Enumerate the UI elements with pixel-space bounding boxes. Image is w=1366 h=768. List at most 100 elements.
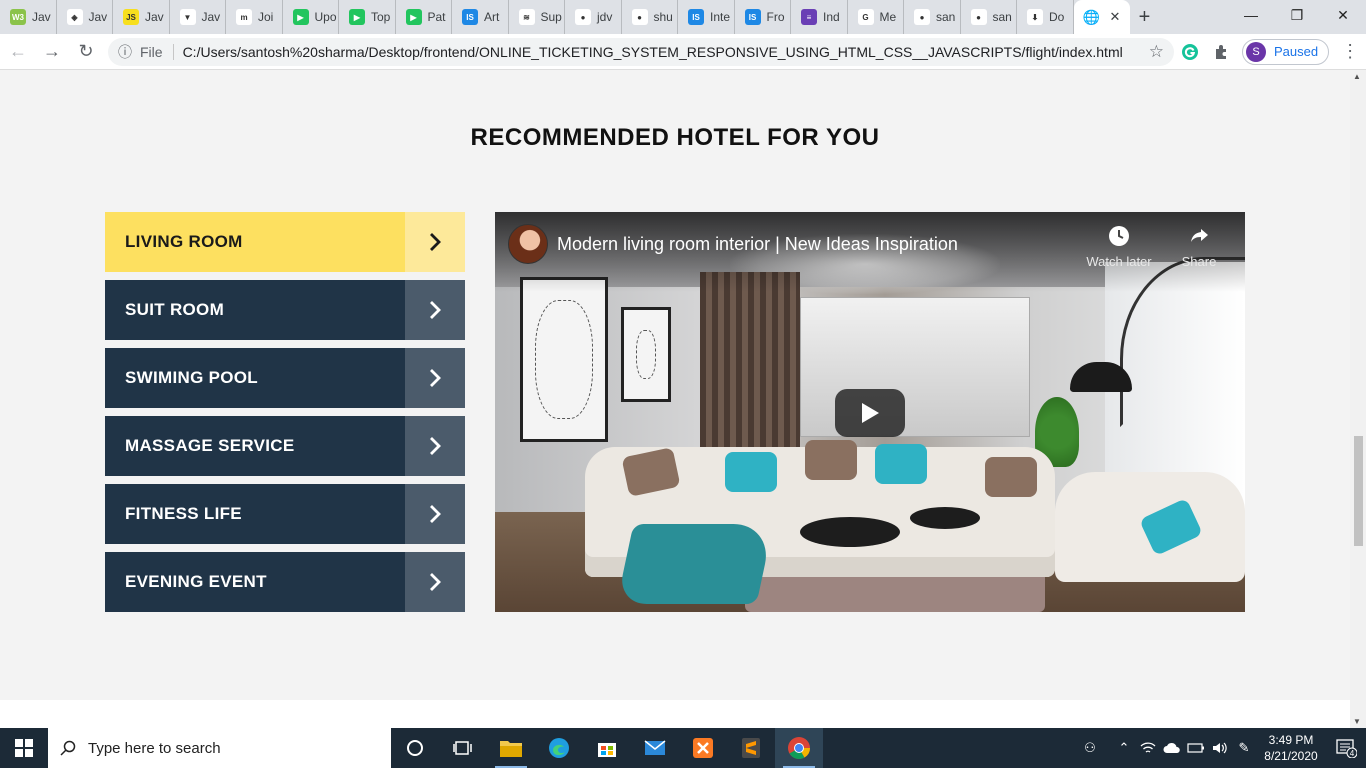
back-button[interactable]: ← — [2, 36, 34, 68]
tab-favicon-icon: JS — [123, 9, 139, 25]
forward-button[interactable]: → — [36, 36, 68, 68]
browser-tab[interactable]: ◈ Jav — [57, 0, 113, 34]
battery-icon[interactable] — [1184, 742, 1208, 754]
tab-list: W3 Jav ◈ Jav JS Jav ▼ Jav m Joi ▶ Upo ▶ Top ▶ Pat IS Art ≋… — [0, 0, 1074, 34]
page-footer-area — [0, 700, 1350, 728]
tab-favicon-icon: ● — [631, 9, 648, 25]
browser-tab[interactable]: ● jdv — [565, 0, 622, 34]
tab-label: Jav — [201, 10, 221, 24]
tab-label: san — [992, 10, 1012, 24]
browser-tab[interactable]: ≋ Sup — [509, 0, 565, 34]
address-bar[interactable]: ⓘ File C:/Users/santosh%20sharma/Desktop… — [108, 37, 1174, 66]
close-tab-icon[interactable]: ✕ — [1110, 9, 1121, 25]
scrollbar-thumb[interactable] — [1354, 436, 1363, 546]
video-frame-art — [520, 277, 608, 442]
restore-button[interactable]: ❐ — [1274, 0, 1320, 30]
browser-tab[interactable]: ≡ Ind — [791, 0, 848, 34]
wifi-icon[interactable] — [1136, 741, 1160, 755]
play-button[interactable] — [835, 389, 905, 437]
close-window-button[interactable]: ✕ — [1320, 0, 1366, 30]
pen-icon[interactable]: ✎ — [1232, 740, 1256, 756]
minimize-button[interactable]: — — [1228, 0, 1274, 30]
mail-icon[interactable] — [631, 728, 679, 768]
new-tab-button[interactable]: + — [1130, 0, 1160, 34]
tab-label: Me — [879, 10, 897, 24]
youtube-video-embed[interactable]: Modern living room interior | New Ideas … — [495, 212, 1245, 612]
bookmark-star-icon[interactable]: ☆ — [1149, 42, 1164, 62]
tab-active[interactable]: 🌐 ✕ — [1073, 0, 1130, 34]
browser-menu-icon[interactable]: ⋮ — [1341, 41, 1359, 62]
volume-icon[interactable] — [1208, 741, 1232, 755]
onedrive-cloud-icon[interactable] — [1160, 742, 1184, 754]
site-info-icon[interactable]: ⓘ — [118, 42, 132, 62]
people-icon[interactable]: ⚇ — [1078, 740, 1102, 756]
url-text[interactable]: C:/Users/santosh%20sharma/Desktop/fronte… — [183, 44, 1123, 60]
microsoft-store-icon[interactable] — [583, 728, 631, 768]
browser-tab[interactable]: JS Jav — [113, 0, 170, 34]
cortana-icon[interactable] — [391, 728, 439, 768]
chevron-right-icon[interactable] — [405, 416, 465, 476]
tab-label: Joi — [258, 10, 274, 24]
browser-tab[interactable]: ▼ Jav — [170, 0, 226, 34]
start-button[interactable] — [0, 728, 48, 768]
browser-tab[interactable]: ▶ Top — [339, 0, 396, 34]
profile-button[interactable]: S Paused — [1242, 38, 1330, 65]
browser-tab[interactable]: IS Fro — [735, 0, 791, 34]
scroll-down-icon[interactable]: ▼ — [1353, 717, 1361, 726]
svg-text:4: 4 — [1350, 749, 1355, 758]
tab-label: Inte — [710, 10, 731, 24]
menu-item-living-room[interactable]: LIVING ROOM — [105, 212, 465, 272]
browser-tab[interactable]: ▶ Pat — [396, 0, 452, 34]
chevron-right-icon[interactable] — [405, 212, 465, 272]
channel-avatar[interactable] — [508, 224, 548, 264]
tab-label: Top — [371, 10, 391, 24]
chevron-right-icon[interactable] — [405, 552, 465, 612]
file-explorer-icon[interactable] — [487, 728, 535, 768]
show-hidden-icons-chevron-icon[interactable]: ⌃ — [1112, 740, 1136, 756]
tab-label: Pat — [427, 10, 446, 24]
profile-status: Paused — [1274, 44, 1319, 59]
browser-tab[interactable]: ⬇ Do — [1017, 0, 1074, 34]
chrome-icon[interactable] — [775, 728, 823, 768]
browser-tab[interactable]: IS Inte — [678, 0, 735, 34]
task-view-icon[interactable] — [439, 728, 487, 768]
menu-item-evening-event[interactable]: EVENING EVENT — [105, 552, 465, 612]
browser-tab[interactable]: ● san — [961, 0, 1017, 34]
action-center-button[interactable]: 4 — [1326, 738, 1366, 758]
clock-time: 3:49 PM — [1268, 733, 1314, 747]
browser-tab[interactable]: W3 Jav — [0, 0, 57, 34]
watch-later-button[interactable]: Watch later — [1079, 224, 1159, 269]
browser-tab[interactable]: IS Art — [452, 0, 509, 34]
reload-button[interactable]: ↻ — [70, 36, 102, 68]
chevron-right-icon[interactable] — [405, 348, 465, 408]
browser-tab[interactable]: ● shu — [622, 0, 678, 34]
taskbar-search[interactable]: Type here to search — [48, 728, 391, 768]
video-title[interactable]: Modern living room interior | New Ideas … — [557, 234, 958, 255]
tab-favicon-icon: IS — [688, 9, 704, 25]
page-scrollbar[interactable]: ▲ ▼ — [1350, 70, 1366, 728]
menu-item-label: EVENING EVENT — [125, 572, 267, 591]
taskbar-clock[interactable]: 3:49 PM 8/21/2020 — [1256, 732, 1326, 764]
browser-tab[interactable]: G Me — [848, 0, 904, 34]
menu-item-swiming-pool[interactable]: SWIMING POOL — [105, 348, 465, 408]
menu-item-massage-service[interactable]: MASSAGE SERVICE — [105, 416, 465, 476]
scroll-up-icon[interactable]: ▲ — [1353, 72, 1361, 81]
notification-icon: 4 — [1336, 739, 1357, 758]
chevron-right-icon[interactable] — [405, 280, 465, 340]
menu-item-suit-room[interactable]: SUIT ROOM — [105, 280, 465, 340]
xampp-icon[interactable] — [679, 728, 727, 768]
browser-tab[interactable]: ▶ Upo — [283, 0, 339, 34]
sublime-text-icon[interactable] — [727, 728, 775, 768]
share-button[interactable]: Share — [1159, 224, 1239, 269]
browser-tab[interactable]: ● san — [904, 0, 961, 34]
browser-tab[interactable]: m Joi — [226, 0, 283, 34]
grammarly-extension-icon[interactable] — [1174, 36, 1206, 68]
menu-item-label: SUIT ROOM — [125, 300, 225, 319]
chevron-right-icon[interactable] — [405, 484, 465, 544]
search-icon — [60, 740, 76, 756]
tab-favicon-icon: ◈ — [66, 9, 83, 25]
tab-favicon-icon: ≡ — [801, 9, 817, 25]
extensions-puzzle-icon[interactable] — [1206, 36, 1238, 68]
edge-browser-icon[interactable] — [535, 728, 583, 768]
menu-item-fitness-life[interactable]: FITNESS LIFE — [105, 484, 465, 544]
